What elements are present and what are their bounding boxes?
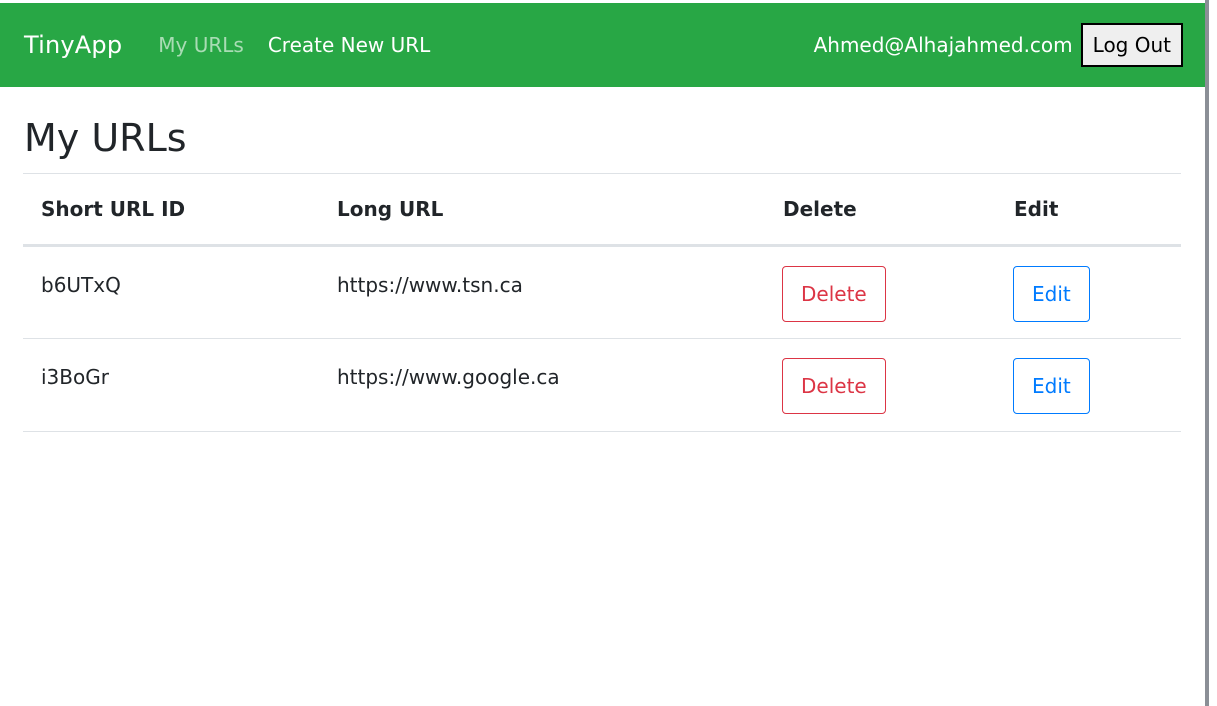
- header-edit: Edit: [996, 173, 1181, 247]
- short-url-cell: i3BoGr: [23, 338, 319, 432]
- user-email: Ahmed@Alhajahmed.com: [813, 33, 1073, 57]
- logout-button[interactable]: Log Out: [1080, 23, 1183, 67]
- brand-link[interactable]: TinyApp: [24, 31, 122, 59]
- long-url-cell: https://www.tsn.ca: [319, 245, 765, 339]
- short-url-id: b6UTxQ: [41, 273, 121, 297]
- page: TinyApp My URLs Create New URL Ahmed@Alh…: [0, 0, 1217, 706]
- delete-button[interactable]: Delete: [782, 266, 886, 322]
- long-url: https://www.google.ca: [337, 365, 560, 389]
- main-content: My URLs Short URL ID Long URL Delete Edi…: [23, 87, 1181, 432]
- table-header-row: Short URL ID Long URL Delete Edit: [23, 173, 1181, 247]
- navbar: TinyApp My URLs Create New URL Ahmed@Alh…: [0, 3, 1205, 87]
- delete-button[interactable]: Delete: [782, 358, 886, 414]
- long-url-cell: https://www.google.ca: [319, 338, 765, 432]
- page-title: My URLs: [24, 116, 187, 160]
- edit-cell: Edit: [996, 338, 1181, 432]
- header-long-url: Long URL: [319, 173, 765, 247]
- nav-my-urls[interactable]: My URLs: [158, 33, 244, 57]
- nav-user-area: Ahmed@Alhajahmed.com Log Out: [813, 23, 1183, 67]
- window-border: [1205, 0, 1209, 706]
- edit-button[interactable]: Edit: [1013, 266, 1090, 322]
- short-url-id: i3BoGr: [41, 365, 109, 389]
- urls-table: Short URL ID Long URL Delete Edit b6UTxQ…: [23, 173, 1181, 432]
- table-row: b6UTxQ https://www.tsn.ca Delete Edit: [23, 245, 1181, 339]
- table-row: i3BoGr https://www.google.ca Delete Edit: [23, 338, 1181, 432]
- window-right-edge: [1205, 0, 1217, 706]
- header-delete: Delete: [765, 173, 996, 247]
- delete-cell: Delete: [765, 338, 996, 432]
- short-url-cell: b6UTxQ: [23, 245, 319, 339]
- header-short-url-id: Short URL ID: [23, 173, 319, 247]
- delete-cell: Delete: [765, 245, 996, 339]
- edit-cell: Edit: [996, 245, 1181, 339]
- long-url: https://www.tsn.ca: [337, 273, 523, 297]
- nav-create-new-url[interactable]: Create New URL: [268, 33, 430, 57]
- edit-button[interactable]: Edit: [1013, 358, 1090, 414]
